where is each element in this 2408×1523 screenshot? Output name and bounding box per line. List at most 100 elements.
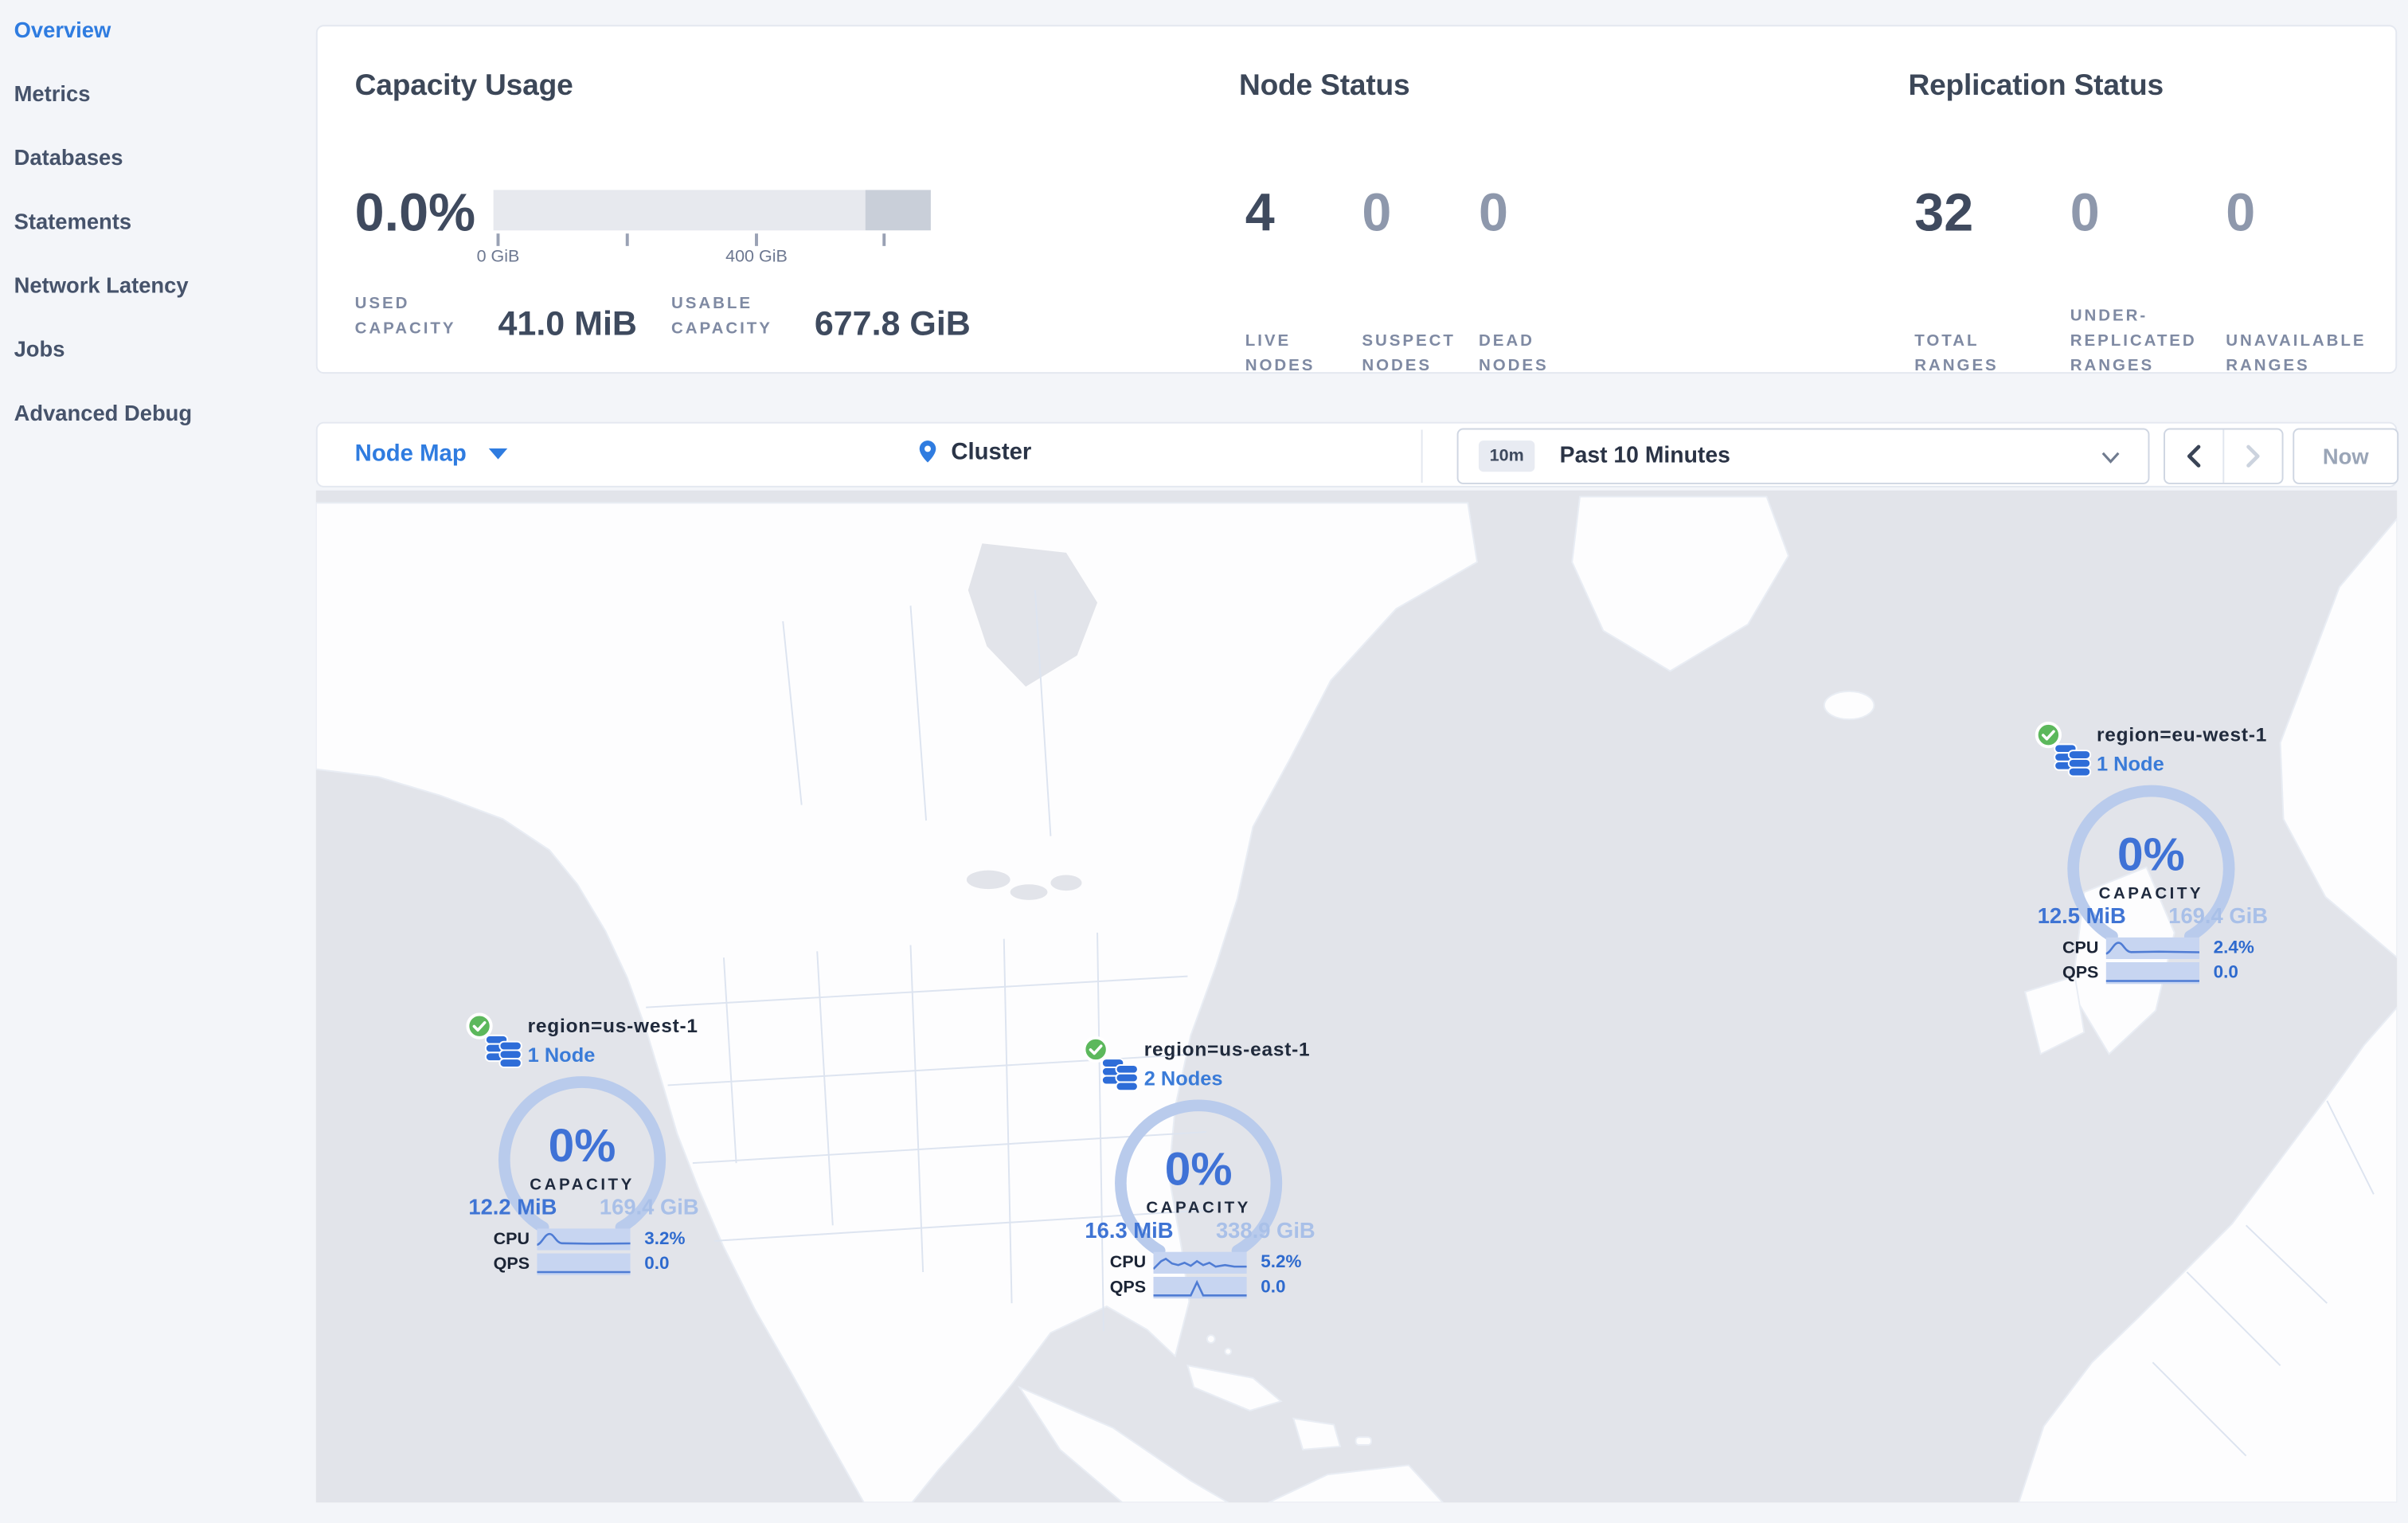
- used-capacity-value: 41.0 MiB: [498, 303, 637, 343]
- region-nodes-link[interactable]: 1 Node: [528, 1043, 596, 1067]
- node-status-panel: Node Status 4 0 0 LIVE NODES SUSPECT NOD…: [1238, 69, 1753, 375]
- sidebar-item-overview[interactable]: Overview: [0, 0, 311, 64]
- capacity-bar-chart: 0 GiB 400 GiB: [477, 190, 931, 268]
- region-name: region=us-west-1: [527, 1015, 698, 1037]
- time-window-arrows: [2164, 428, 2284, 484]
- gauge-percent: 0%: [1164, 1144, 1233, 1196]
- total-ranges-value: 32: [1914, 183, 1974, 243]
- sidebar-item-jobs[interactable]: Jobs: [0, 319, 311, 383]
- sidebar-item-databases[interactable]: Databases: [0, 127, 311, 191]
- gauge-capacity-label: CAPACITY: [1146, 1199, 1251, 1218]
- breadcrumb-cluster-label: Cluster: [951, 438, 1032, 465]
- cpu-sparkline: [537, 1228, 631, 1251]
- qps-sparkline: [1153, 1276, 1247, 1299]
- qps-sparkline: [2105, 962, 2199, 985]
- region-nodes-link[interactable]: 2 Nodes: [1144, 1067, 1223, 1090]
- live-nodes-value: 4: [1245, 183, 1275, 243]
- sidebar-item-advanced-debug[interactable]: Advanced Debug: [0, 383, 311, 447]
- now-button[interactable]: Now: [2293, 428, 2399, 484]
- cpu-label: CPU: [2062, 938, 2099, 958]
- capacity-bar-reserved-segment: [865, 190, 931, 231]
- qps-sparkline: [537, 1253, 631, 1275]
- cluster-summary-card: Capacity Usage 0.0% 0 GiB 400 GiB USED C…: [315, 25, 2398, 375]
- region-marker-us-east-1[interactable]: region=us-east-1 2 Nodes 0% CAPACITY 16.…: [1082, 1036, 1319, 1303]
- under-replicated-ranges-label: UNDER-REPLICATED RANGES: [2070, 307, 2197, 376]
- prev-time-window-button[interactable]: [2165, 429, 2225, 483]
- replication-status-title: Replication Status: [1908, 69, 2164, 104]
- world-map-graphic: [315, 495, 2398, 1503]
- cpu-value: 5.2%: [1261, 1253, 1302, 1272]
- usable-capacity-value: 677.8 GiB: [814, 303, 971, 343]
- capacity-usage-panel: Capacity Usage 0.0% 0 GiB 400 GiB USED C…: [354, 69, 1025, 340]
- qps-label: QPS: [1109, 1278, 1147, 1298]
- dead-nodes-label: DEAD NODES: [1478, 331, 1549, 376]
- sidebar: Overview Metrics Databases Statements Ne…: [0, 0, 311, 447]
- under-replicated-ranges-value: 0: [2070, 183, 2100, 243]
- region-name: region=eu-west-1: [2096, 723, 2268, 746]
- caret-down-icon: [488, 448, 507, 460]
- capacity-tick-label-0: 0 GiB: [476, 247, 520, 267]
- time-range-label: Past 10 Minutes: [1559, 444, 1730, 469]
- time-range-select[interactable]: 10m Past 10 Minutes: [1456, 428, 2150, 484]
- region-used-capacity: 12.2 MiB: [468, 1194, 557, 1220]
- cockroachdb-overview-page: Overview Metrics Databases Statements Ne…: [0, 0, 2408, 1523]
- total-ranges-label: TOTAL RANGES: [1914, 331, 1999, 376]
- region-marker-eu-west-1[interactable]: region=eu-west-1 1 Node 0% CAPACITY 12.5…: [2035, 721, 2271, 989]
- cpu-sparkline: [2105, 937, 2199, 960]
- dead-nodes-value: 0: [1478, 183, 1508, 243]
- qps-label: QPS: [2062, 963, 2099, 983]
- replication-status-panel: Replication Status 32 0 0 TOTAL RANGES U…: [1908, 69, 2408, 375]
- usable-capacity-label: USABLE CAPACITY: [670, 294, 772, 339]
- database-stack-icon: [2054, 743, 2092, 777]
- gauge-percent: 0%: [2117, 829, 2185, 882]
- unavailable-ranges-label: UNAVAILABLE RANGES: [2226, 331, 2367, 376]
- cpu-label: CPU: [1109, 1253, 1147, 1272]
- map-toolbar: Node Map Cluster 10m Past 10 Minutes Now: [315, 421, 2399, 487]
- toolbar-divider: [1421, 429, 1423, 483]
- gauge-capacity-label: CAPACITY: [530, 1175, 635, 1195]
- qps-label: QPS: [493, 1255, 530, 1274]
- cpu-label: CPU: [493, 1230, 530, 1249]
- capacity-bar: [493, 190, 931, 231]
- region-nodes-link[interactable]: 1 Node: [2097, 752, 2164, 775]
- qps-value: 0.0: [2213, 963, 2238, 983]
- region-name: region=us-east-1: [1143, 1038, 1311, 1061]
- view-switcher-dropdown[interactable]: Node Map: [355, 440, 507, 467]
- used-capacity-label: USED CAPACITY: [354, 294, 456, 339]
- time-range-badge: 10m: [1478, 440, 1535, 472]
- view-switcher-label: Node Map: [354, 440, 467, 468]
- region-marker-us-west-1[interactable]: region=us-west-1 1 Node 0% CAPACITY 12.2…: [465, 1012, 702, 1280]
- chevron-left-icon: [2187, 444, 2201, 468]
- database-stack-icon: [484, 1034, 522, 1068]
- map-pin-icon: [919, 440, 936, 463]
- breadcrumb[interactable]: Cluster: [917, 437, 1031, 465]
- chevron-down-icon: [2101, 452, 2120, 464]
- sidebar-item-statements[interactable]: Statements: [0, 191, 311, 255]
- cpu-sparkline: [1153, 1251, 1247, 1274]
- sidebar-item-metrics[interactable]: Metrics: [0, 64, 311, 127]
- gauge-capacity-label: CAPACITY: [2098, 884, 2204, 903]
- database-stack-icon: [1100, 1058, 1139, 1092]
- next-time-window-button[interactable]: [2224, 429, 2281, 482]
- region-used-capacity: 16.3 MiB: [1085, 1217, 1174, 1243]
- region-usable-capacity: 169.4 GiB: [2168, 902, 2268, 929]
- capacity-tick-label-400: 400 GiB: [725, 247, 788, 267]
- region-usable-capacity: 169.4 GiB: [599, 1194, 699, 1220]
- region-used-capacity: 12.5 MiB: [2037, 902, 2126, 929]
- live-nodes-label: LIVE NODES: [1245, 331, 1315, 376]
- capacity-axis-ticks: [494, 230, 931, 246]
- capacity-percent: 0.0%: [354, 183, 476, 243]
- capacity-usage-title: Capacity Usage: [354, 69, 573, 104]
- cpu-value: 2.4%: [2213, 938, 2254, 958]
- chevron-right-icon: [2246, 444, 2260, 468]
- cpu-value: 3.2%: [644, 1230, 686, 1249]
- region-usable-capacity: 338.9 GiB: [1215, 1217, 1315, 1243]
- qps-value: 0.0: [644, 1255, 670, 1274]
- sidebar-item-network-latency[interactable]: Network Latency: [0, 256, 311, 319]
- node-status-title: Node Status: [1238, 69, 1410, 104]
- suspect-nodes-label: SUSPECT NODES: [1362, 331, 1456, 376]
- unavailable-ranges-value: 0: [2226, 183, 2256, 243]
- node-map: region=us-west-1 1 Node 0% CAPACITY 12.2…: [315, 490, 2398, 1503]
- qps-value: 0.0: [1261, 1278, 1286, 1298]
- gauge-percent: 0%: [548, 1121, 616, 1173]
